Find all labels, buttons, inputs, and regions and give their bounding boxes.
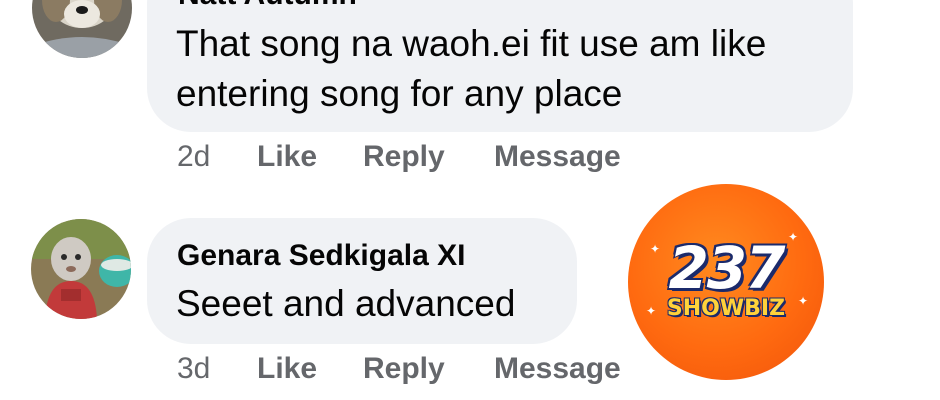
comment-timestamp[interactable]: 3d [177, 352, 210, 386]
comment-author[interactable]: Genara Sedkigala XI [177, 239, 465, 273]
watermark-word: SHOWBIZ [666, 296, 786, 321]
comment-text-line: Seeet and advanced [176, 283, 516, 324]
showbiz-watermark-logo: ✦ ✦ ✦ ✦ 237 SHOWBIZ [628, 184, 824, 380]
message-button[interactable]: Message [494, 352, 621, 386]
reply-button[interactable]: Reply [363, 352, 445, 386]
avatar[interactable] [31, 219, 131, 319]
comments-view: Natt Autumn That song na waoh.ei fit use… [0, 0, 940, 400]
like-button[interactable]: Like [257, 352, 317, 386]
watermark-number: 237 [668, 234, 785, 302]
